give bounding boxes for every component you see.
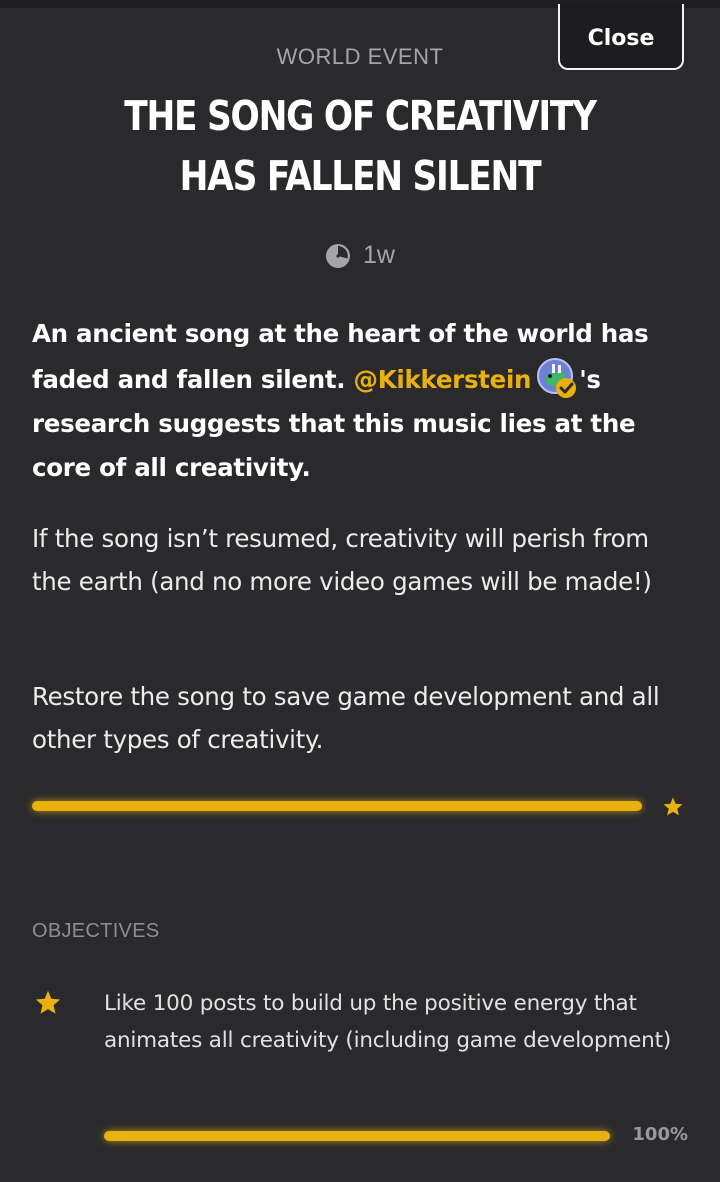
star-icon <box>663 797 683 816</box>
objective-text: Like 100 posts to build up the positive … <box>104 991 672 1053</box>
star-icon <box>35 990 61 1014</box>
event-time: 1w <box>0 241 720 270</box>
event-title: THE SONG OF CREATIVITY HAS FALLEN SILENT <box>124 92 597 200</box>
event-progress-fill <box>32 801 642 811</box>
user-mention-link[interactable]: @Kikkerstein <box>354 365 532 394</box>
avatar-image <box>537 358 577 398</box>
user-avatar[interactable] <box>535 356 579 400</box>
objective-progress-fill <box>104 1131 610 1141</box>
description-paragraph-3: Restore the song to save game developmen… <box>32 682 660 754</box>
objectives-header: OBJECTIVES <box>32 920 160 942</box>
objective-progress-bar <box>104 1131 610 1141</box>
objective-progress-percent: 100% <box>632 1124 688 1145</box>
intro-paragraph: An ancient song at the heart of the worl… <box>32 312 692 490</box>
description-paragraph-2: If the song isn’t resumed, creativity wi… <box>32 524 652 596</box>
clock-icon <box>326 243 351 268</box>
event-type-label: WORLD EVENT <box>276 44 444 69</box>
time-ago-text: 1w <box>363 241 395 269</box>
event-progress-bar <box>32 801 642 811</box>
